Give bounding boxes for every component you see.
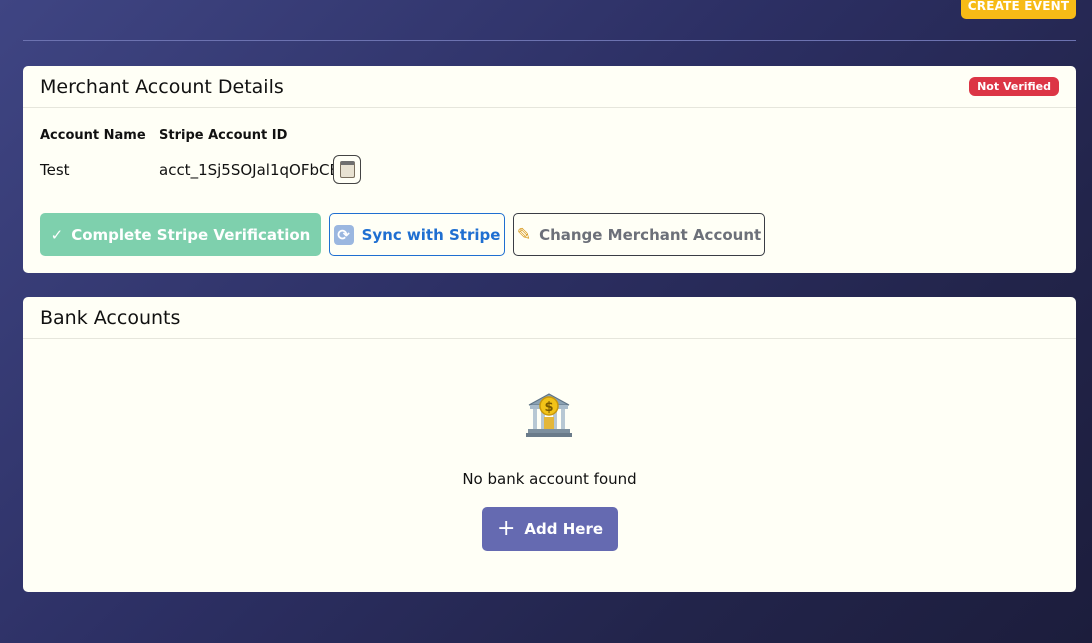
merchant-card-header: Merchant Account Details Not Verified [23, 66, 1076, 108]
clipboard-icon [339, 161, 355, 178]
complete-stripe-verification-button[interactable]: ✓ Complete Stripe Verification [40, 213, 321, 256]
status-badge: Not Verified [969, 77, 1059, 96]
pencil-icon: ✎ [516, 224, 532, 245]
bank-accounts-card: Bank Accounts $ No bank account found + … [23, 297, 1076, 592]
complete-verification-label: Complete Stripe Verification [71, 225, 311, 244]
copy-account-id-button[interactable] [333, 155, 361, 184]
header-divider [23, 40, 1076, 41]
sync-icon: ⟳ [333, 224, 354, 245]
create-event-button[interactable]: CREATE EVENT [961, 0, 1076, 19]
change-merchant-account-button[interactable]: ✎ Change Merchant Account [513, 213, 765, 256]
bank-card-title: Bank Accounts [40, 306, 181, 329]
account-name-label: Account Name [40, 128, 146, 143]
checkmark-icon: ✓ [50, 225, 64, 244]
add-here-label: Add Here [524, 520, 604, 538]
bank-card-header: Bank Accounts [23, 297, 1076, 339]
merchant-account-card: Merchant Account Details Not Verified Ac… [23, 66, 1076, 273]
change-merchant-label: Change Merchant Account [539, 225, 762, 244]
merchant-card-title: Merchant Account Details [40, 75, 284, 98]
empty-state-text: No bank account found [462, 470, 637, 488]
account-name-value: Test [40, 161, 70, 179]
svg-text:$: $ [544, 400, 553, 415]
stripe-account-id-label: Stripe Account ID [159, 128, 288, 143]
stripe-account-id-value: acct_1Sj5SOJal1qOFbCE [159, 161, 339, 179]
plus-icon: + [496, 516, 516, 541]
sync-label: Sync with Stripe [361, 225, 501, 244]
bank-icon: $ [526, 393, 572, 437]
add-bank-account-button[interactable]: + Add Here [482, 507, 618, 551]
sync-with-stripe-button[interactable]: ⟳ Sync with Stripe [329, 213, 505, 256]
